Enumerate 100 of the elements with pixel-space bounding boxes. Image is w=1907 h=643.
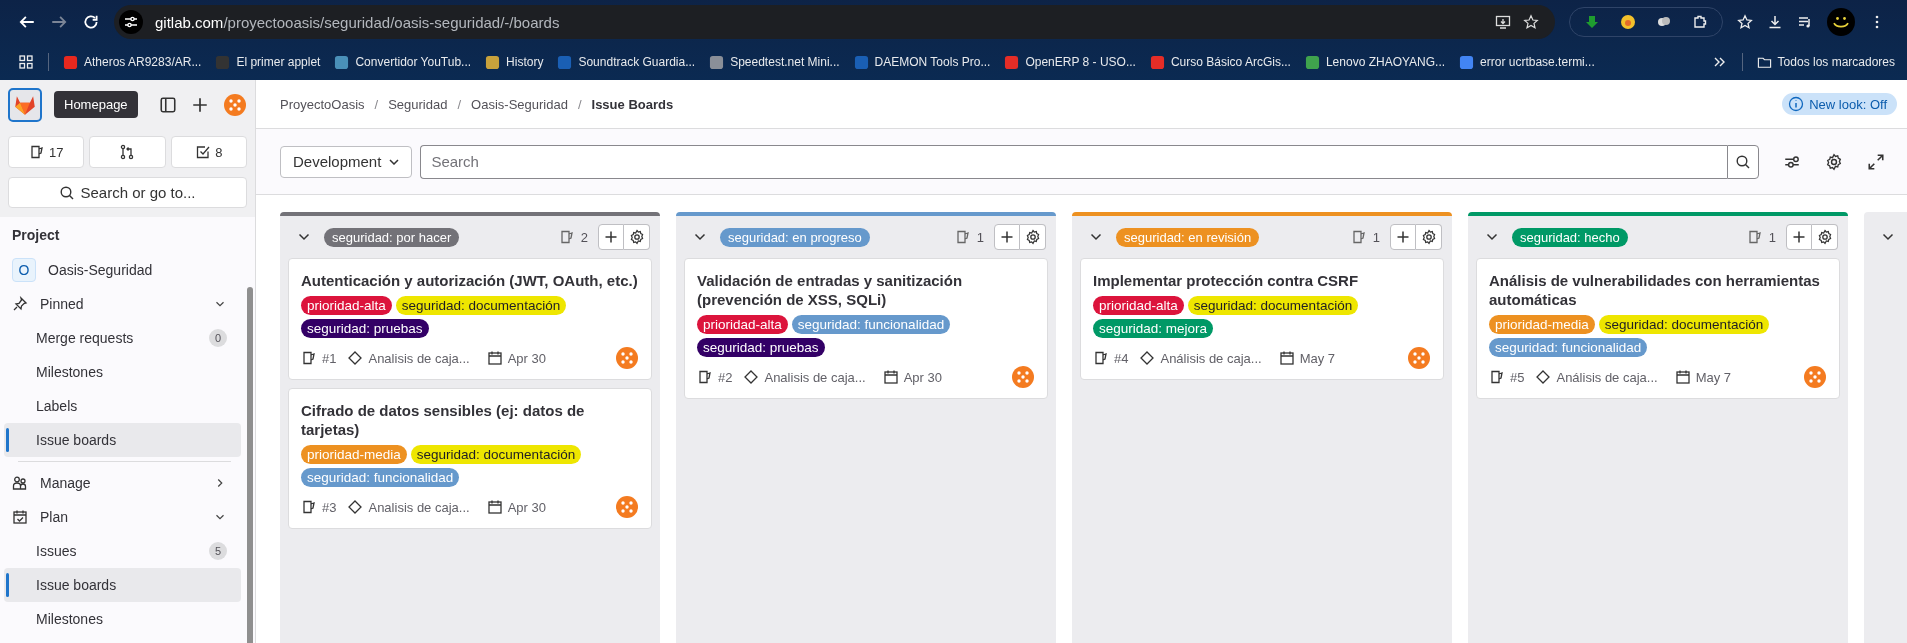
bookmark-link[interactable]: Speedtest.net Mini... xyxy=(709,54,840,70)
user-avatar-icon[interactable] xyxy=(615,346,639,370)
scrollbar[interactable] xyxy=(247,287,253,643)
label-tag[interactable]: seguridad: pruebas xyxy=(697,338,825,357)
breadcrumb-link[interactable]: ProyectoOasis xyxy=(280,96,365,112)
list-settings-button[interactable] xyxy=(1020,224,1046,250)
breadcrumb-link[interactable]: Oasis-Seguridad xyxy=(471,96,568,112)
settings-icon xyxy=(1816,229,1833,245)
gitlab-logo-button[interactable] xyxy=(8,88,42,122)
list-settings-button[interactable] xyxy=(1812,224,1838,250)
nav-group-toggle[interactable]: Plan xyxy=(4,500,241,534)
apps-grid-icon[interactable] xyxy=(18,54,34,70)
user-avatar-icon[interactable] xyxy=(615,495,639,519)
puzzle-icon[interactable] xyxy=(1692,14,1708,30)
label-tag[interactable]: prioridad-alta xyxy=(697,315,788,334)
star-icon[interactable] xyxy=(1523,14,1539,30)
nav-link[interactable]: Issues 5 xyxy=(4,534,241,568)
search-button[interactable]: Search or go to... xyxy=(8,177,247,208)
plus-icon xyxy=(1791,229,1807,245)
media-icon[interactable] xyxy=(1797,14,1813,30)
emoji-icon[interactable] xyxy=(1620,14,1636,30)
list-settings-button[interactable] xyxy=(624,224,650,250)
nav-link[interactable]: Milestones xyxy=(4,355,241,389)
add-issue-button[interactable] xyxy=(1786,224,1812,250)
board-selector[interactable]: Development xyxy=(280,145,413,178)
project-link[interactable]: O Oasis-Seguridad xyxy=(4,253,241,287)
label-tag[interactable]: seguridad: documentación xyxy=(395,296,567,315)
milestone-text: Analisis de caja... xyxy=(368,499,470,515)
breadcrumb-link[interactable]: Seguridad xyxy=(388,96,448,112)
user-avatar-icon[interactable] xyxy=(1011,365,1035,389)
bookmark-link[interactable]: Atheros AR9283/AR... xyxy=(63,54,202,70)
label-tag[interactable]: prioridad-alta xyxy=(301,296,392,315)
list-settings-button[interactable] xyxy=(1416,224,1442,250)
calendar-icon xyxy=(1674,369,1691,385)
breadcrumb-link[interactable]: Issue Boards xyxy=(591,96,674,112)
nav-link[interactable]: Labels xyxy=(4,389,241,423)
download-icon[interactable] xyxy=(1767,14,1783,30)
issue-icon xyxy=(954,229,971,245)
add-issue-button[interactable] xyxy=(1390,224,1416,250)
bookmarks-star-icon[interactable] xyxy=(1737,14,1753,30)
milestone-text: Análisis de caja... xyxy=(1556,369,1658,385)
bookmark-link[interactable]: Lenovo ZHAOYANG... xyxy=(1304,54,1446,70)
nav-group-toggle[interactable]: Manage xyxy=(4,466,241,500)
add-issue-button[interactable] xyxy=(598,224,624,250)
reload-icon[interactable] xyxy=(82,13,100,31)
bookmark-link[interactable]: History xyxy=(485,54,544,70)
label-tag[interactable]: prioridad-alta xyxy=(1093,296,1184,315)
search-field[interactable]: Search xyxy=(420,144,1727,179)
issue-card[interactable]: Cifrado de datos sensibles (ej: datos de tarjetas) prioridad-media seguridad: documentación seguridad: funcionalidad #3 Analisis de caja... Apr 30 xyxy=(288,388,652,529)
user-avatar-icon[interactable] xyxy=(1407,346,1431,370)
profile-avatar-icon[interactable] xyxy=(1827,8,1855,36)
nav-link[interactable]: Issue boards xyxy=(4,423,241,457)
label-tag[interactable]: seguridad: mejora xyxy=(1093,319,1214,338)
install-app-icon[interactable] xyxy=(1495,14,1511,30)
issue-card[interactable]: Implementar protección contra CSRF prioridad-alta seguridad: documentación seguridad: mejora #4 Análisis de caja... May 7 xyxy=(1080,258,1444,380)
issue-title[interactable]: Cifrado de datos sensibles (ej: datos de tarjetas) xyxy=(301,401,639,439)
merge-requests-button[interactable] xyxy=(89,136,166,168)
issue-card[interactable]: Autenticación y autorización (JWT, OAuth, etc.) prioridad-alta seguridad: documentación seguridad: pruebas #1 Analisis de caja... Apr 30 xyxy=(288,258,652,380)
issue-title[interactable]: Validación de entradas y sanitización (prevención de XSS, SQLi) xyxy=(697,271,1035,309)
settings-icon[interactable] xyxy=(1825,152,1843,171)
nav-link[interactable]: Issue boards xyxy=(4,568,241,602)
nav-link[interactable]: Milestones xyxy=(4,602,241,636)
pinned-section-toggle[interactable]: Pinned xyxy=(4,287,241,321)
label-tag[interactable]: seguridad: documentación xyxy=(1187,296,1359,315)
issue-card[interactable]: Análisis de vulnerabilidades con herramientas automáticas prioridad-media seguridad: documentación seguridad: funcionalidad #5 Análisis de caja... May 7 xyxy=(1476,258,1840,399)
issue-number: #2 xyxy=(718,369,733,385)
settings-icon xyxy=(1420,229,1437,245)
issue-title[interactable]: Autenticación y autorización (JWT, OAuth, etc.) xyxy=(301,271,639,290)
list-label: seguridad: hecho xyxy=(1512,227,1628,247)
bookmark-link[interactable]: El primer applet xyxy=(215,54,321,70)
bookmark-link[interactable]: Convertidor YouTub... xyxy=(334,54,472,70)
bookmark-link[interactable]: DAEMON Tools Pro... xyxy=(853,54,991,70)
new-look-toggle[interactable]: New look: Off xyxy=(1782,93,1897,115)
issue-title[interactable]: Análisis de vulnerabilidades con herramientas automáticas xyxy=(1489,271,1827,309)
bookmark-link[interactable]: Soundtrack Guardia... xyxy=(557,54,696,70)
bookmark-link[interactable]: Curso Básico ArcGis... xyxy=(1149,54,1291,70)
project-avatar: O xyxy=(12,258,36,282)
label-tag[interactable]: seguridad: documentación xyxy=(410,445,582,464)
user-avatar-icon[interactable] xyxy=(223,93,247,117)
issues-count-button[interactable]: 17 xyxy=(8,136,85,168)
issue-icon xyxy=(558,229,575,245)
issue-title[interactable]: Implementar protección contra CSRF xyxy=(1093,271,1431,290)
add-issue-button[interactable] xyxy=(994,224,1020,250)
sidebar-toggle-icon[interactable] xyxy=(159,96,177,114)
search-button[interactable] xyxy=(1727,144,1759,179)
plus-icon[interactable] xyxy=(191,96,209,114)
list-label: seguridad: en progreso xyxy=(720,227,870,247)
bookmark-link[interactable]: OpenERP 8 - USO... xyxy=(1004,54,1136,70)
nav-link[interactable]: Merge requests 0 xyxy=(4,321,241,355)
address-bar[interactable]: gitlab.com/proyectooasis/seguridad/oasis-seguridad/-/boards xyxy=(114,5,1555,39)
issue-card[interactable]: Validación de entradas y sanitización (prevención de XSS, SQLi) prioridad-alta seguridad: funcionalidad seguridad: pruebas #2 Analisis de caja... Apr 30 xyxy=(684,258,1048,399)
user-avatar-icon[interactable] xyxy=(1803,365,1827,389)
issue-icon xyxy=(28,144,45,160)
download-arrow-icon[interactable] xyxy=(1584,14,1600,30)
todos-count-button[interactable]: 8 xyxy=(170,136,247,168)
bookmark-link[interactable]: error ucrtbase.termi... xyxy=(1459,54,1595,70)
label-tag[interactable]: seguridad: documentación xyxy=(1598,315,1770,334)
expand-icon[interactable] xyxy=(1867,152,1885,171)
bookmarks-folder[interactable]: Todos los marcadores xyxy=(1756,54,1895,70)
label-tag[interactable]: seguridad: pruebas xyxy=(301,319,429,338)
